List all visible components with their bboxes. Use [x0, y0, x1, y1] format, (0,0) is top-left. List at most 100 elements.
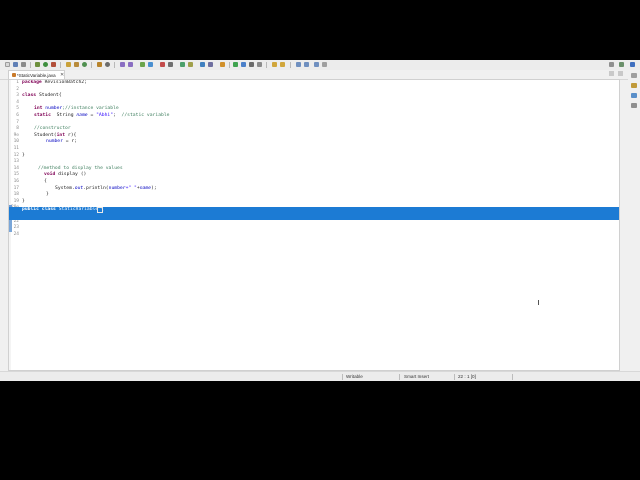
step-icon[interactable] [180, 62, 185, 67]
save-icon[interactable] [13, 62, 18, 67]
line-number: 10 [13, 139, 19, 145]
new-java-project-icon[interactable] [66, 62, 71, 67]
string-token: "Abhi" [96, 113, 114, 118]
code-token: } [46, 192, 49, 198]
code-token: ); [151, 185, 157, 191]
toolbar-separator [30, 62, 31, 68]
external-tools-icon[interactable] [51, 62, 56, 67]
new-class-icon[interactable] [82, 62, 87, 67]
keyword: package [22, 80, 42, 85]
outline-icon[interactable] [631, 93, 637, 98]
code-line-15: void display () [44, 172, 86, 179]
coverage-icon[interactable] [148, 62, 153, 67]
next-annotation-icon[interactable] [272, 62, 277, 67]
console-icon[interactable] [631, 103, 637, 108]
run-icon[interactable] [43, 62, 48, 67]
pin-editor-icon[interactable] [322, 62, 327, 67]
toggle-breadcrumb-icon[interactable] [241, 62, 246, 67]
keyword: void [44, 172, 56, 178]
code-line-10: number = r; [46, 139, 77, 146]
code-token: .println( [83, 185, 109, 191]
search-icon[interactable] [105, 62, 110, 67]
status-separator [454, 374, 455, 380]
java-file-icon [12, 73, 16, 77]
keyword: static [34, 113, 51, 118]
change-marker [9, 218, 12, 232]
code-token: display () [55, 172, 87, 178]
text-selection[interactable]: public class StaticVariable { [9, 206, 619, 220]
right-trim-bar [628, 70, 640, 370]
open-type-icon[interactable] [97, 62, 102, 67]
line-number: 16 [13, 179, 19, 184]
line-number: 23 [13, 225, 19, 231]
last-edit-icon[interactable] [296, 62, 301, 67]
keyword: class [41, 206, 56, 212]
static-field-token: name [76, 113, 88, 118]
skip-icon[interactable] [168, 62, 173, 67]
forward-icon[interactable] [314, 62, 319, 67]
line-number: 11 [13, 146, 19, 151]
code-line-5: int number;//instance variable [34, 106, 119, 113]
code-token: r){ [65, 132, 77, 138]
comment-token: //static variable [121, 113, 170, 118]
code-token: = [87, 113, 97, 118]
show-whitespace-icon[interactable] [257, 62, 262, 67]
task-icon[interactable] [220, 62, 225, 67]
code-line-16: { [44, 179, 47, 186]
new-package-icon[interactable] [74, 62, 79, 67]
line-number: 6 [16, 113, 19, 118]
annotation-prev-icon[interactable] [128, 62, 133, 67]
server-icon[interactable] [200, 62, 205, 67]
code-line-8: //constructor [34, 126, 71, 133]
debug-icon[interactable] [35, 62, 40, 67]
comment-token: //constructor [34, 126, 71, 132]
print-icon[interactable] [21, 62, 26, 67]
maximize-icon[interactable] [618, 71, 623, 76]
comment-token: //method to display the values [38, 165, 123, 171]
eclipse-window: *StaticVariable.java ✕ 1 2 3 4 5 6 7 8 9… [0, 60, 640, 381]
stop-icon[interactable] [160, 62, 165, 67]
code-token: System. [55, 185, 75, 191]
package-explorer-icon[interactable] [631, 83, 637, 88]
code-token: { [44, 179, 47, 184]
mouse-ibeam-cursor [538, 300, 539, 305]
insert-mode-status[interactable]: Smart Insert [404, 372, 429, 381]
debug-perspective-icon[interactable] [619, 62, 624, 67]
new-file-icon[interactable] [5, 62, 10, 67]
line-number: 15 [13, 172, 19, 178]
deploy-icon[interactable] [208, 62, 213, 67]
code-line-18: } [46, 192, 49, 199]
java-perspective-icon[interactable] [630, 62, 635, 67]
code-token: RevisionBatch2; [41, 80, 87, 85]
toolbar-separator [60, 62, 61, 68]
block-selection-icon[interactable] [249, 62, 254, 67]
restore-icon[interactable] [631, 73, 637, 78]
static-field-token: name [139, 185, 151, 191]
toolbar-separator [91, 62, 92, 68]
mark-occurrences-icon[interactable] [233, 62, 238, 67]
main-toolbar [0, 60, 640, 70]
minimize-icon[interactable] [609, 71, 614, 76]
prev-annotation-icon[interactable] [280, 62, 285, 67]
status-separator [512, 374, 513, 380]
perspective-icon[interactable] [609, 62, 614, 67]
editor-tab[interactable]: *StaticVariable.java ✕ [8, 70, 65, 79]
code-token: ; [113, 113, 122, 118]
toolbar-separator [229, 62, 230, 68]
status-bar: Writable Smart Insert 22 : 1 [0] [0, 371, 640, 381]
back-icon[interactable] [304, 62, 309, 67]
toolbar-separator [266, 62, 267, 68]
line-number: 5 [16, 106, 19, 112]
java-editor[interactable]: 1 2 3 4 5 6 7 8 9⊖ 10 11 12 13 14 15 16 … [8, 79, 620, 371]
keyword: class [22, 93, 37, 99]
code-line-12: } [22, 153, 25, 160]
toolbar-separator [290, 62, 291, 68]
code-token: Student( [34, 132, 57, 138]
code-line-19: } [22, 199, 25, 206]
resume-icon[interactable] [188, 62, 193, 67]
write-mode-status: Writable [346, 374, 363, 379]
field-token: number [108, 185, 126, 191]
code-token: } [22, 152, 25, 158]
annotation-next-icon[interactable] [120, 62, 125, 67]
run-as-icon[interactable] [140, 62, 145, 67]
